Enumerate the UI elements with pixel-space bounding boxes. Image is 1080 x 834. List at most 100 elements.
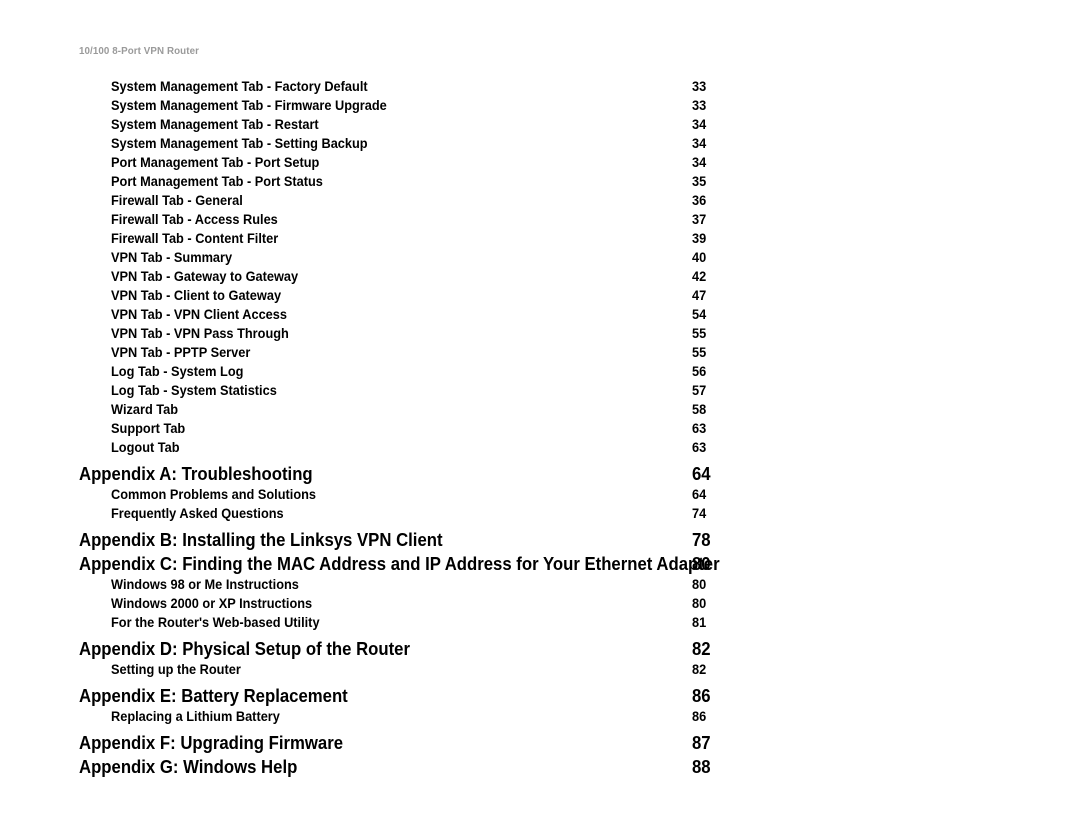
toc-entry[interactable]: Appendix C: Finding the MAC Address and … [0,552,1080,576]
toc-entry[interactable]: For the Router's Web-based Utility 81 [0,614,1080,633]
toc-entry-title: Firewall Tab - General [111,193,243,209]
toc-entry[interactable]: Appendix D: Physical Setup of the Router… [0,637,1080,661]
toc-entry[interactable]: System Management Tab - Factory Default 3… [0,78,1080,97]
toc-entry[interactable]: Appendix E: Battery Replacement 86 [0,684,1080,708]
toc-entry-title: Appendix B: Installing the Linksys VPN C… [79,529,443,550]
toc-entry-title: Port Management Tab - Port Setup [111,155,320,171]
toc-entry-page-number: 58 [692,402,707,418]
toc-entry-title: Log Tab - System Log [111,364,244,380]
toc-entry-title: Windows 98 or Me Instructions [111,577,299,593]
toc-entry[interactable]: System Management Tab - Setting Backup 34 [0,135,1080,154]
toc-entry-title: Common Problems and Solutions [111,487,317,503]
toc-entry[interactable]: VPN Tab - Gateway to Gateway 42 [0,268,1080,287]
toc-entry-page-number: 86 [692,685,711,706]
toc-entry-title: Frequently Asked Questions [111,506,284,522]
toc-entry-title: For the Router's Web-based Utility [111,615,320,631]
toc-entry-page-number: 55 [692,345,707,361]
toc-entry-page-number: 80 [692,577,707,593]
toc-entry-page-number: 42 [692,269,707,285]
toc-entry-page-number: 47 [692,288,707,304]
toc-entry[interactable]: Log Tab - System Statistics 57 [0,382,1080,401]
toc-entry-title: VPN Tab - Gateway to Gateway [111,269,299,285]
toc-entry[interactable]: VPN Tab - Summary 40 [0,249,1080,268]
toc-entry[interactable]: Windows 98 or Me Instructions 80 [0,576,1080,595]
toc-entry-title: Appendix A: Troubleshooting [79,463,313,484]
toc-entry-page-number: 82 [692,638,711,659]
toc-entry-title: Appendix G: Windows Help [79,756,298,777]
toc-entry-page-number: 88 [692,756,711,777]
toc-entry-title: Appendix C: Finding the MAC Address and … [79,553,720,574]
toc-entry-title: System Management Tab - Restart [111,117,319,133]
toc-entry[interactable]: VPN Tab - Client to Gateway 47 [0,287,1080,306]
toc-entry[interactable]: Common Problems and Solutions 64 [0,486,1080,505]
toc-entry[interactable]: VPN Tab - PPTP Server 55 [0,344,1080,363]
toc-entry-page-number: 33 [692,98,707,114]
toc-entry-title: Port Management Tab - Port Status [111,174,323,190]
toc-entry-title: Windows 2000 or XP Instructions [111,596,313,612]
toc-entry-title: System Management Tab - Firmware Upgrade [111,98,387,114]
toc-entry-page-number: 80 [692,596,707,612]
toc-entry-title: Wizard Tab [111,402,179,418]
toc-entry[interactable]: Windows 2000 or XP Instructions 80 [0,595,1080,614]
toc-entry-page-number: 63 [692,440,707,456]
toc-entry[interactable]: Firewall Tab - General 36 [0,192,1080,211]
toc-entry-title: Replacing a Lithium Battery [111,709,280,725]
toc-entry-page-number: 64 [692,487,707,503]
toc-entry-title: Firewall Tab - Content Filter [111,231,279,247]
toc-entry-page-number: 56 [692,364,707,380]
toc-entry-title: Support Tab [111,421,186,437]
toc-entry-title: VPN Tab - Summary [111,250,233,266]
toc-entry-title: VPN Tab - VPN Client Access [111,307,287,323]
toc-entry[interactable]: Port Management Tab - Port Status 35 [0,173,1080,192]
toc-entry[interactable]: Logout Tab 63 [0,439,1080,458]
toc-entry-page-number: 78 [692,529,711,550]
toc-entry-page-number: 64 [692,463,711,484]
toc-entry-page-number: 54 [692,307,707,323]
toc-entry-page-number: 34 [692,155,707,171]
toc-entry-page-number: 81 [692,615,707,631]
toc-entry[interactable]: Appendix F: Upgrading Firmware 87 [0,731,1080,755]
toc-entry-page-number: 80 [692,553,711,574]
toc-entry-title: Appendix D: Physical Setup of the Router [79,638,411,659]
toc-entry-page-number: 63 [692,421,707,437]
toc-entry-page-number: 82 [692,662,707,678]
toc-entry[interactable]: Replacing a Lithium Battery 86 [0,708,1080,727]
toc-entry[interactable]: Appendix B: Installing the Linksys VPN C… [0,528,1080,552]
toc-entry-page-number: 34 [692,117,707,133]
toc-entry-title: System Management Tab - Setting Backup [111,136,368,152]
toc-entry-page-number: 34 [692,136,707,152]
toc-entry[interactable]: Appendix A: Troubleshooting 64 [0,462,1080,486]
toc-entry[interactable]: Frequently Asked Questions 74 [0,505,1080,524]
toc-entry[interactable]: Firewall Tab - Content Filter 39 [0,230,1080,249]
toc-entry-page-number: 74 [692,506,707,522]
toc-entry-page-number: 87 [692,732,711,753]
toc-entry-title: Appendix F: Upgrading Firmware [79,732,344,753]
toc-entry[interactable]: Port Management Tab - Port Setup 34 [0,154,1080,173]
toc-entry-title: VPN Tab - PPTP Server [111,345,251,361]
toc-entry-title: Logout Tab [111,440,180,456]
toc-entry-page-number: 86 [692,709,707,725]
toc-entry-title: VPN Tab - VPN Pass Through [111,326,289,342]
toc-entry[interactable]: System Management Tab - Firmware Upgrade… [0,97,1080,116]
toc-entry[interactable]: Appendix G: Windows Help 88 [0,755,1080,779]
toc-entry[interactable]: Firewall Tab - Access Rules 37 [0,211,1080,230]
toc-entry[interactable]: Wizard Tab 58 [0,401,1080,420]
toc-entry-title: System Management Tab - Factory Default [111,79,368,95]
toc-entry[interactable]: Log Tab - System Log 56 [0,363,1080,382]
toc-entry[interactable]: Setting up the Router 82 [0,661,1080,680]
running-header-title: 10/100 8-Port VPN Router [79,45,199,57]
toc-entry-title: Log Tab - System Statistics [111,383,277,399]
toc-entry-title: Firewall Tab - Access Rules [111,212,278,228]
toc-entry[interactable]: Support Tab 63 [0,420,1080,439]
toc-entry-title: VPN Tab - Client to Gateway [111,288,282,304]
toc-entry-title: Setting up the Router [111,662,241,678]
toc-entry[interactable]: VPN Tab - VPN Pass Through 55 [0,325,1080,344]
toc-entry-page-number: 39 [692,231,707,247]
toc-entry-page-number: 36 [692,193,707,209]
toc-entry-page-number: 33 [692,79,707,95]
toc-entry[interactable]: VPN Tab - VPN Client Access 54 [0,306,1080,325]
toc-entry[interactable]: System Management Tab - Restart 34 [0,116,1080,135]
toc-entry-page-number: 40 [692,250,707,266]
toc-entry-title: Appendix E: Battery Replacement [79,685,348,706]
toc-entry-page-number: 57 [692,383,707,399]
